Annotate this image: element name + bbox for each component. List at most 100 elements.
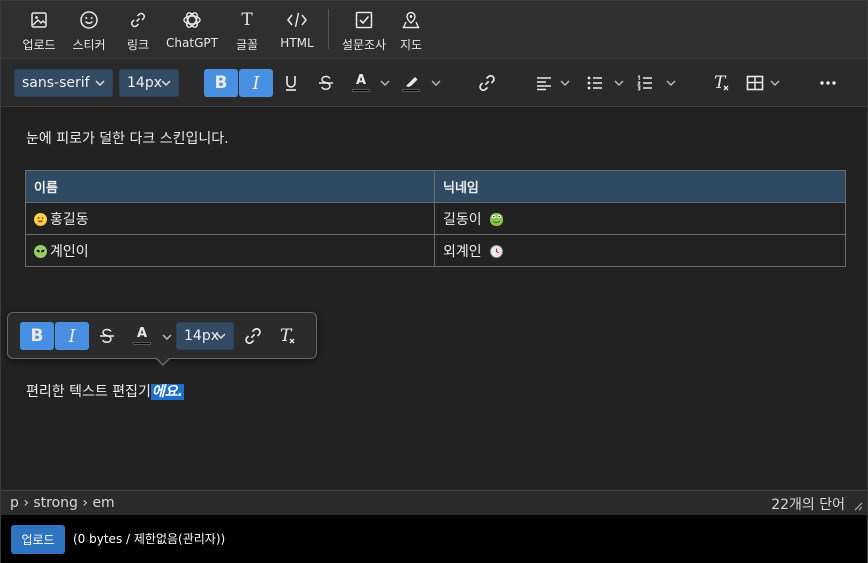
font-icon: T — [241, 10, 253, 30]
survey-menu-item[interactable]: 설문조사 — [337, 1, 391, 59]
plain-text: 편리한 텍스트 편집기 — [26, 384, 151, 400]
table-button[interactable] — [738, 69, 772, 97]
selected-text[interactable]: 에요. — [150, 384, 184, 400]
float-font-size-select[interactable]: 14px — [176, 322, 234, 350]
font-family-value: sans-serif — [22, 75, 90, 91]
more-icon — [820, 81, 836, 85]
table-header-cell[interactable]: 닉네임 — [434, 170, 846, 203]
smiley-icon — [79, 9, 99, 31]
align-button[interactable] — [527, 69, 561, 97]
highlight-button[interactable] — [394, 69, 428, 97]
second-paragraph[interactable]: 편리한 텍스트 편집기에요. — [26, 381, 184, 401]
upload-button[interactable]: 업로드 — [11, 525, 65, 554]
chevron-down-icon[interactable] — [613, 77, 625, 89]
more-button[interactable] — [811, 69, 845, 97]
alien-emoji-icon — [34, 244, 47, 258]
chevron-down-icon[interactable] — [161, 331, 173, 343]
chevron-down-icon[interactable] — [559, 77, 571, 89]
menu-label: 스티커 — [72, 38, 106, 52]
element-path[interactable]: p › strong › em — [10, 495, 115, 511]
table-row: 홍길동 길동이 — [25, 202, 846, 235]
toolbar-caret-inner — [157, 358, 169, 364]
insert-link-button[interactable] — [470, 69, 504, 97]
chevron-down-icon — [161, 80, 171, 87]
underline-button[interactable] — [274, 69, 308, 97]
map-icon — [401, 9, 421, 31]
chevron-down-icon[interactable] — [430, 77, 442, 89]
map-menu-item[interactable]: 지도 — [391, 1, 431, 59]
chevron-down-icon[interactable] — [665, 77, 677, 89]
menu-divider — [328, 9, 329, 49]
link-menu-item[interactable]: 링크 — [112, 1, 164, 59]
chatgpt-menu-item[interactable]: ChatGPT — [164, 1, 220, 59]
font-size-value: 14px — [184, 328, 219, 344]
html-menu-item[interactable]: HTML — [274, 1, 320, 59]
clear-format-icon: T — [278, 326, 296, 346]
chevron-down-icon — [95, 80, 105, 87]
editor: 업로드 스티커 링크 ChatGPT T 글꼴 HTML 설문조사 지도 san… — [0, 0, 868, 563]
float-italic-button[interactable]: I — [55, 322, 89, 350]
float-bold-button[interactable]: B — [20, 322, 54, 350]
resize-handle-icon[interactable] — [853, 501, 863, 511]
chatgpt-icon — [181, 9, 203, 31]
chevron-down-icon — [216, 333, 226, 340]
table-cell[interactable]: 외계인 — [434, 234, 846, 267]
chevron-down-icon[interactable] — [379, 77, 391, 89]
float-strikethrough-button[interactable] — [90, 322, 124, 350]
table-header-row: 이름 닉네임 — [25, 170, 846, 203]
table-icon — [746, 75, 764, 91]
nick-text: 길동이 — [443, 211, 482, 228]
name-text: 계인이 — [50, 243, 89, 260]
italic-button[interactable]: I — [239, 69, 273, 97]
link-icon — [129, 9, 147, 31]
float-text-color-button[interactable]: A — [125, 322, 159, 350]
link-icon — [245, 327, 261, 345]
checkbox-icon — [354, 9, 374, 31]
numbered-list-icon — [636, 75, 652, 91]
strikethrough-button[interactable] — [309, 69, 343, 97]
table-cell[interactable]: 길동이 — [434, 202, 846, 235]
clear-format-button[interactable]: T — [704, 69, 738, 97]
bullet-list-icon — [587, 76, 602, 90]
menu-label: 업로드 — [22, 38, 56, 52]
font-family-select[interactable]: sans-serif — [14, 69, 113, 97]
link-icon — [479, 74, 495, 92]
table-row: 계인이 외계인 — [25, 234, 846, 267]
upload-menu-item[interactable]: 업로드 — [12, 1, 66, 59]
content-table[interactable]: 이름 닉네임 홍길동 길동이 계인이 외계인 — [25, 170, 846, 267]
font-size-value: 14px — [127, 75, 162, 91]
menu-label: 지도 — [399, 38, 423, 52]
floating-toolbar: B I A 14px T — [7, 312, 317, 366]
clock-emoji-icon — [490, 244, 504, 258]
numbered-list-button[interactable] — [628, 69, 662, 97]
menu-label: HTML — [280, 36, 314, 50]
text-color-button[interactable]: A — [344, 69, 378, 97]
format-toolbar: sans-serif 14px B I A T — [1, 59, 867, 107]
menu-label: 설문조사 — [341, 38, 387, 52]
sticker-menu-item[interactable]: 스티커 — [66, 1, 112, 59]
status-bar: p › strong › em 22개의 단어 — [1, 490, 867, 515]
strikethrough-icon — [100, 328, 114, 344]
menubar: 업로드 스티커 링크 ChatGPT T 글꼴 HTML 설문조사 지도 — [1, 1, 867, 59]
table-header-cell[interactable]: 이름 — [25, 170, 435, 203]
font-size-select[interactable]: 14px — [119, 69, 179, 97]
table-cell[interactable]: 홍길동 — [25, 202, 435, 235]
highlighter-icon — [402, 75, 420, 92]
font-menu-item[interactable]: T 글꼴 — [220, 1, 274, 59]
text-color-icon: A — [133, 327, 151, 345]
intro-paragraph[interactable]: 눈에 피로가 덜한 다크 스킨입니다. — [26, 128, 229, 148]
float-clear-format-button[interactable]: T — [270, 322, 304, 350]
strikethrough-icon — [319, 75, 333, 91]
word-count: 22개의 단어 — [771, 497, 845, 513]
editor-content[interactable]: 눈에 피로가 덜한 다크 스킨입니다. 이름 닉네임 홍길동 길동이 계인이 외… — [1, 108, 867, 490]
upload-info: (0 bytes / 제한없음(관리자)) — [73, 532, 226, 546]
underline-icon — [286, 76, 296, 91]
code-icon — [286, 9, 308, 31]
chevron-down-icon[interactable] — [769, 77, 781, 89]
float-link-button[interactable] — [236, 322, 270, 350]
grinning-face-emoji-icon — [34, 212, 47, 226]
name-text: 홍길동 — [50, 211, 89, 228]
table-cell[interactable]: 계인이 — [25, 234, 435, 267]
bold-button[interactable]: B — [204, 69, 238, 97]
bullet-list-button[interactable] — [578, 69, 612, 97]
